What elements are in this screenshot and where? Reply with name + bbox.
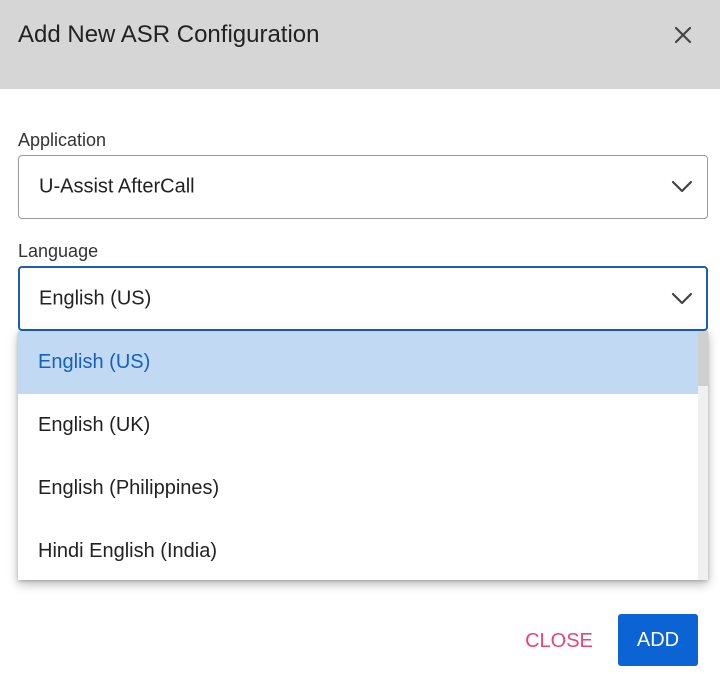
language-dropdown-list: English (US) English (UK) English (Phili… bbox=[18, 331, 708, 580]
application-select[interactable]: U-Assist AfterCall bbox=[18, 155, 708, 219]
chevron-down-icon bbox=[671, 292, 693, 306]
dialog-title: Add New ASR Configuration bbox=[18, 21, 320, 48]
language-label: Language bbox=[18, 241, 99, 261]
close-button[interactable]: CLOSE bbox=[520, 616, 598, 666]
close-icon[interactable] bbox=[668, 20, 698, 50]
language-option-english-us[interactable]: English (US) bbox=[18, 331, 698, 394]
application-label: Application bbox=[18, 130, 107, 150]
language-option-english-uk[interactable]: English (UK) bbox=[18, 394, 698, 457]
language-option-english-philippines[interactable]: English (Philippines) bbox=[18, 457, 698, 520]
dropdown-scrollbar[interactable] bbox=[698, 331, 708, 580]
chevron-down-icon bbox=[671, 180, 693, 194]
language-select[interactable]: English (US) bbox=[18, 266, 708, 331]
dropdown-scrollbar-thumb[interactable] bbox=[698, 331, 708, 386]
language-option-hindi-english-india[interactable]: Hindi English (India) bbox=[18, 520, 698, 580]
dialog-header: Add New ASR Configuration bbox=[0, 0, 720, 89]
add-button[interactable]: ADD bbox=[618, 614, 698, 666]
language-select-value: English (US) bbox=[39, 287, 152, 309]
application-select-value: U-Assist AfterCall bbox=[39, 175, 195, 198]
